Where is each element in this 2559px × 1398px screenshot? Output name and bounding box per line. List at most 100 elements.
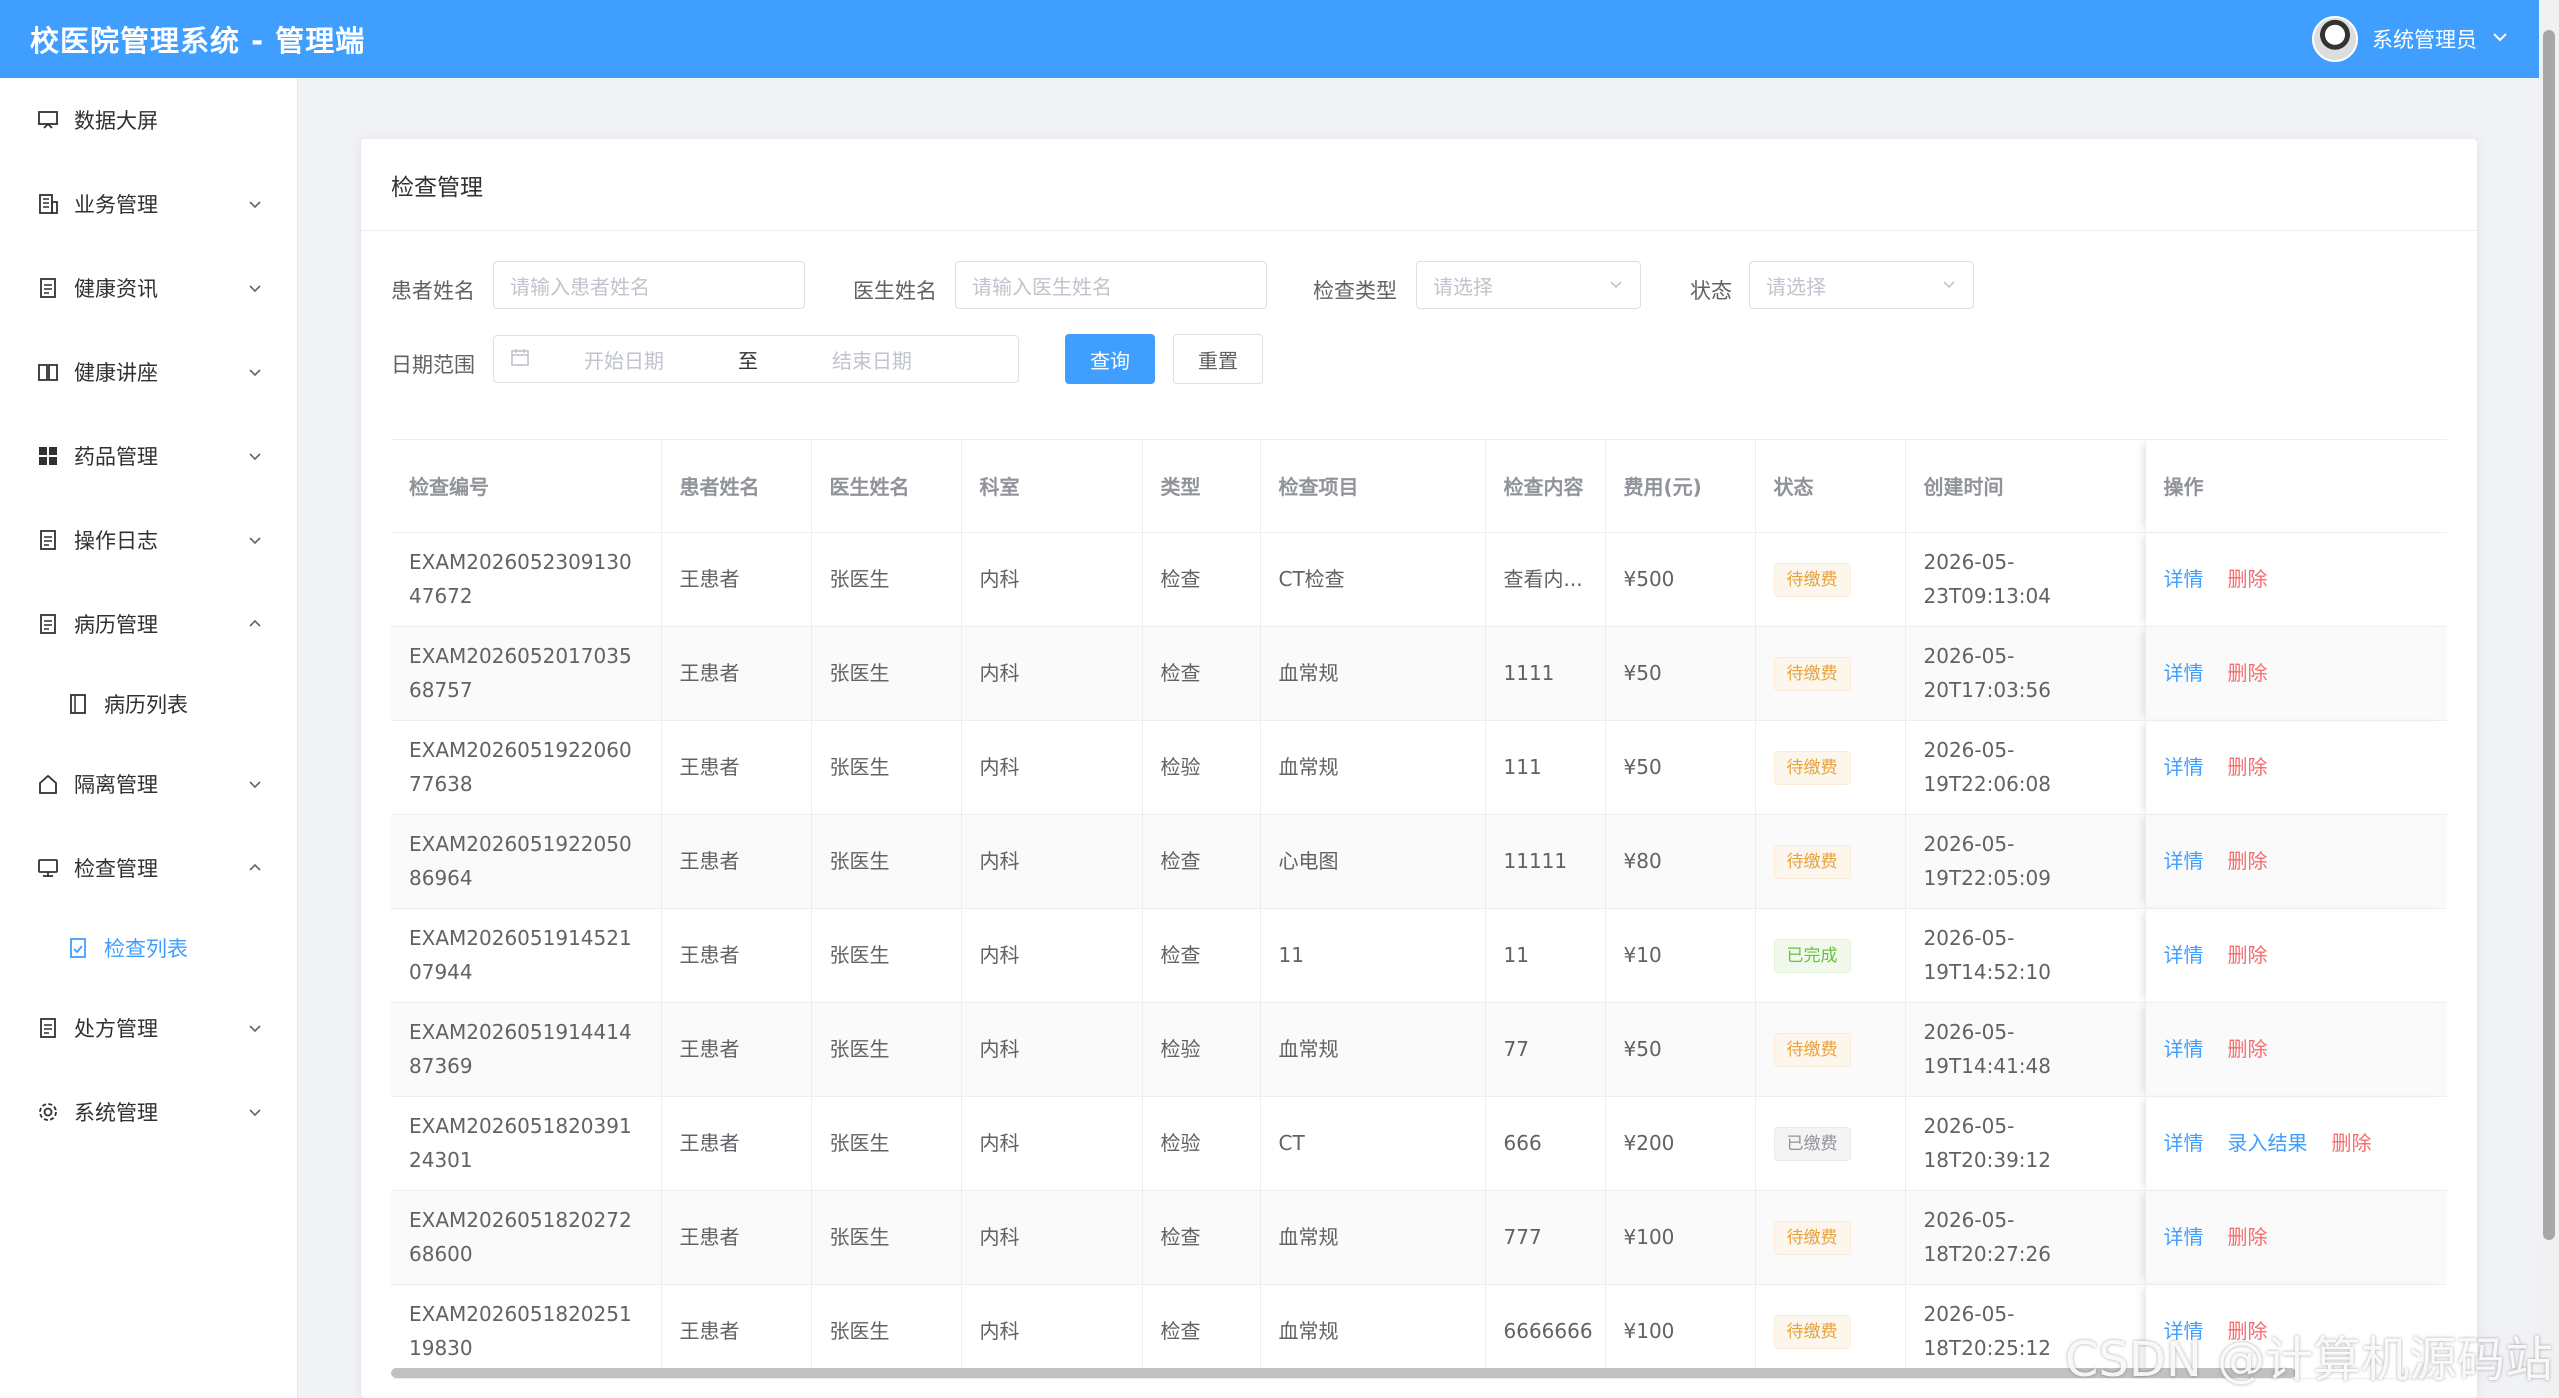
chevron-down-icon[interactable] <box>2491 27 2509 51</box>
horizontal-scrollbar-thumb[interactable] <box>391 1368 2296 1378</box>
detail-link[interactable]: 详情 <box>2164 661 2204 685</box>
document-icon <box>36 1016 60 1040</box>
cell-created-time: 2026-05-19T14:41:48 <box>1905 1002 2146 1097</box>
delete-link[interactable]: 删除 <box>2332 1131 2372 1155</box>
sidebar-item-health-lecture[interactable]: 健康讲座 <box>0 330 297 414</box>
start-date-placeholder[interactable]: 开始日期 <box>584 345 664 374</box>
cell-type: 检验 <box>1142 1002 1261 1097</box>
sidebar-item-isolation[interactable]: 隔离管理 <box>0 742 297 826</box>
detail-link[interactable]: 详情 <box>2164 849 2204 873</box>
status-badge: 待缴费 <box>1773 563 1851 597</box>
exam-type-select[interactable]: 请选择 <box>1416 261 1641 309</box>
cell-fee: ¥50 <box>1605 626 1756 721</box>
vertical-scrollbar-thumb[interactable] <box>2543 30 2555 1240</box>
cell-patient: 王患者 <box>661 1096 812 1191</box>
monitor-icon <box>36 856 60 880</box>
detail-link[interactable]: 详情 <box>2164 1225 2204 1249</box>
table-row: EXAM202605230913047672 王患者 张医生 内科 检查 CT检查 查看内.… <box>391 532 2447 627</box>
status-badge: 待缴费 <box>1773 657 1851 691</box>
sidebar-item-health-news[interactable]: 健康资讯 <box>0 246 297 330</box>
cell-id: EXAM202605192206077638 <box>391 720 662 815</box>
detail-link[interactable]: 详情 <box>2164 1037 2204 1061</box>
patient-name-placeholder: 请输入患者姓名 <box>510 274 650 299</box>
cell-dept: 内科 <box>961 1190 1143 1285</box>
cell-item: 血常规 <box>1260 1284 1486 1379</box>
column-header: 科室 <box>961 440 1143 533</box>
cell-item: 心电图 <box>1260 814 1486 909</box>
sidebar-item-examination[interactable]: 检查管理 <box>0 826 297 910</box>
table-header-row: 检查编号 患者姓名 医生姓名 科室 类型 检查项目 检查内容 费用(元) 状态 … <box>391 440 2447 533</box>
cell-fee: ¥80 <box>1605 814 1756 909</box>
delete-link[interactable]: 删除 <box>2228 849 2268 873</box>
cell-id: EXAM202605182027268600 <box>391 1190 662 1285</box>
cell-fee: ¥500 <box>1605 532 1756 627</box>
sidebar-item-examination-list[interactable]: 检查列表 <box>0 910 297 986</box>
status-placeholder: 请选择 <box>1766 274 1826 299</box>
table-row: EXAM202605191441487369 王患者 张医生 内科 检验 血常规 77 ¥50… <box>391 1002 2447 1097</box>
detail-link[interactable]: 详情 <box>2164 943 2204 967</box>
horizontal-scrollbar[interactable] <box>30 1368 2296 1378</box>
grid-icon <box>36 444 60 468</box>
chevron-down-icon <box>243 360 267 384</box>
cell-status: 待缴费 <box>1755 1190 1906 1285</box>
date-range-picker[interactable]: 开始日期 至 结束日期 <box>493 335 1019 383</box>
detail-link[interactable]: 详情 <box>2164 1131 2204 1155</box>
document-icon <box>36 276 60 300</box>
sidebar-item-system[interactable]: 系统管理 <box>0 1070 297 1154</box>
cell-fee: ¥10 <box>1605 908 1756 1003</box>
column-header: 检查编号 <box>391 440 662 533</box>
sidebar-item-operation-log[interactable]: 操作日志 <box>0 498 297 582</box>
cell-content: 11 <box>1485 908 1606 1003</box>
delete-link[interactable]: 删除 <box>2228 943 2268 967</box>
reset-button[interactable]: 重置 <box>1173 334 1263 384</box>
cell-patient: 王患者 <box>661 1190 812 1285</box>
cell-dept: 内科 <box>961 908 1143 1003</box>
detail-link[interactable]: 详情 <box>2164 755 2204 779</box>
user-name[interactable]: 系统管理员 <box>2372 24 2477 54</box>
cell-created-time: 2026-05-18T20:27:26 <box>1905 1190 2146 1285</box>
cell-id: EXAM202605201703568757 <box>391 626 662 721</box>
avatar[interactable] <box>2312 16 2358 62</box>
cell-patient: 王患者 <box>661 1284 812 1379</box>
user-menu[interactable]: 系统管理员 <box>2312 16 2509 62</box>
sidebar-item-business[interactable]: 业务管理 <box>0 162 297 246</box>
cell-actions: 详情 删除 <box>2145 1002 2447 1097</box>
document-check-icon <box>66 936 90 960</box>
cell-actions: 详情 删除 <box>2145 1190 2447 1285</box>
delete-link[interactable]: 删除 <box>2228 1225 2268 1249</box>
column-header: 类型 <box>1142 440 1261 533</box>
cell-created-time: 2026-05-19T14:52:10 <box>1905 908 2146 1003</box>
enter-result-link[interactable]: 录入结果 <box>2228 1131 2308 1155</box>
cell-actions: 详情 删除 <box>2145 908 2447 1003</box>
sidebar-item-prescription[interactable]: 处方管理 <box>0 986 297 1070</box>
sidebar-item-label: 检查管理 <box>74 857 158 881</box>
chevron-down-icon <box>243 1100 267 1124</box>
sidebar-item-medical-record-list[interactable]: 病历列表 <box>0 666 297 742</box>
patient-name-input[interactable]: 请输入患者姓名 <box>493 261 805 309</box>
delete-link[interactable]: 删除 <box>2228 1037 2268 1061</box>
delete-link[interactable]: 删除 <box>2228 567 2268 591</box>
detail-link[interactable]: 详情 <box>2164 567 2204 591</box>
query-button[interactable]: 查询 <box>1065 334 1155 384</box>
cell-dept: 内科 <box>961 626 1143 721</box>
vertical-scrollbar[interactable] <box>2539 0 2559 1398</box>
document-icon <box>36 612 60 636</box>
cell-dept: 内科 <box>961 1284 1143 1379</box>
cell-fee: ¥100 <box>1605 1190 1756 1285</box>
delete-link[interactable]: 删除 <box>2228 661 2268 685</box>
cell-dept: 内科 <box>961 1002 1143 1097</box>
sidebar-item-medical-records[interactable]: 病历管理 <box>0 582 297 666</box>
sidebar-item-medicine[interactable]: 药品管理 <box>0 414 297 498</box>
doctor-name-input[interactable]: 请输入医生姓名 <box>955 261 1267 309</box>
status-select[interactable]: 请选择 <box>1749 261 1974 309</box>
delete-link[interactable]: 删除 <box>2228 755 2268 779</box>
filter-form: 患者姓名 请输入患者姓名 医生姓名 请输入医生姓名 检查类型 请选择 状态 请选… <box>361 231 2477 451</box>
notebook-icon <box>66 692 90 716</box>
status-badge: 待缴费 <box>1773 751 1851 785</box>
cell-fee: ¥50 <box>1605 1002 1756 1097</box>
cell-status: 待缴费 <box>1755 1002 1906 1097</box>
sidebar-item-dashboard[interactable]: 数据大屏 <box>0 78 297 162</box>
status-label: 状态 <box>1690 279 1732 303</box>
end-date-placeholder[interactable]: 结束日期 <box>832 345 912 374</box>
cell-item: CT <box>1260 1096 1486 1191</box>
